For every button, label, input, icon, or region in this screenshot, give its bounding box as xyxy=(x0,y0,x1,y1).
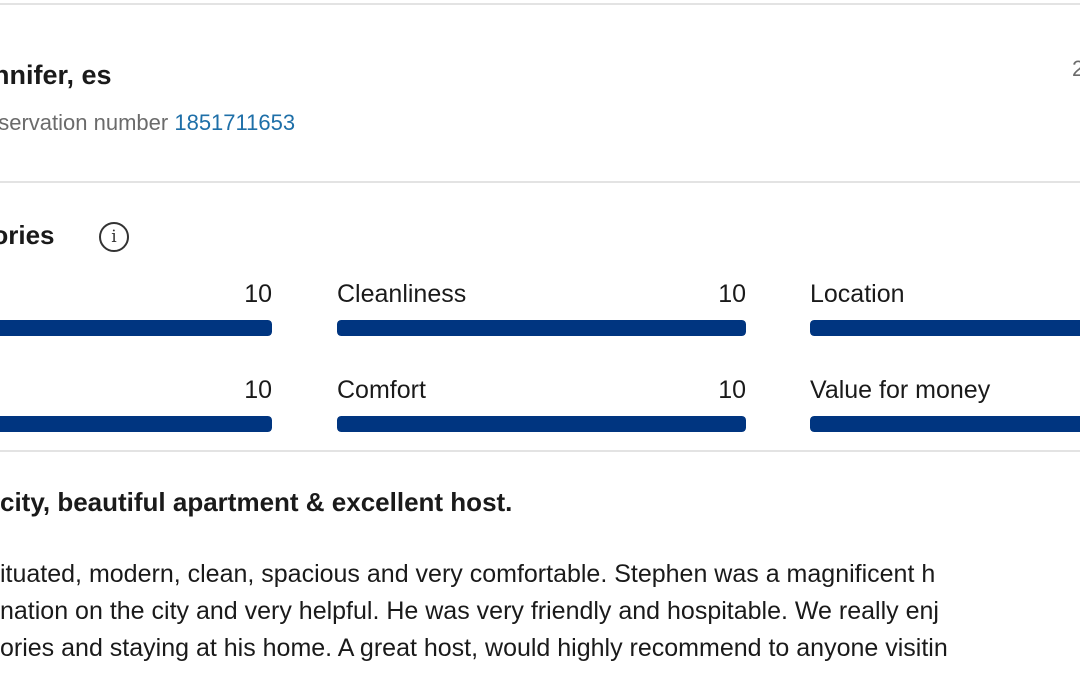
score-bar-fill xyxy=(0,320,272,336)
info-icon[interactable]: i xyxy=(99,222,129,252)
reviewer-name: ennifer, es xyxy=(0,60,112,90)
category-label: Location xyxy=(810,280,905,308)
review-text: ituated, modern, clean, spacious and ver… xyxy=(0,556,948,667)
score-bar xyxy=(810,416,1080,432)
review-line: ituated, modern, clean, spacious and ver… xyxy=(0,560,936,588)
review-title: city, beautiful apartment & excellent ho… xyxy=(0,487,513,517)
score-bar-fill xyxy=(810,320,1080,336)
reservation-number-link[interactable]: 1851711653 xyxy=(174,110,295,135)
category-score: 10 xyxy=(244,280,272,308)
review-line: ories and staying at his home. A great h… xyxy=(0,634,948,662)
reservation-label: eservation number xyxy=(0,110,169,135)
reservation-info: eservation number 1851711653 xyxy=(0,110,295,136)
categories-heading: egories xyxy=(0,220,55,250)
category-label: Comfort xyxy=(337,376,426,404)
category-score: 10 xyxy=(718,280,746,308)
score-bar-fill xyxy=(337,416,746,432)
score-bar-fill xyxy=(810,416,1080,432)
section-divider xyxy=(0,181,1080,183)
score-bar xyxy=(337,320,746,336)
score-bar-fill xyxy=(337,320,746,336)
category-label: Cleanliness xyxy=(337,280,467,308)
category-score: 10 xyxy=(244,376,272,404)
top-divider xyxy=(0,3,1080,5)
score-bar xyxy=(0,320,272,336)
score-bar-fill xyxy=(0,416,272,432)
section-divider xyxy=(0,450,1080,452)
score-bar xyxy=(810,320,1080,336)
category-label: Value for money xyxy=(810,376,991,404)
review-date: 2 xyxy=(1072,56,1080,81)
review-line: nation on the city and very helpful. He … xyxy=(0,597,939,625)
category-score: 10 xyxy=(718,376,746,404)
score-bar xyxy=(337,416,746,432)
score-bar xyxy=(0,416,272,432)
